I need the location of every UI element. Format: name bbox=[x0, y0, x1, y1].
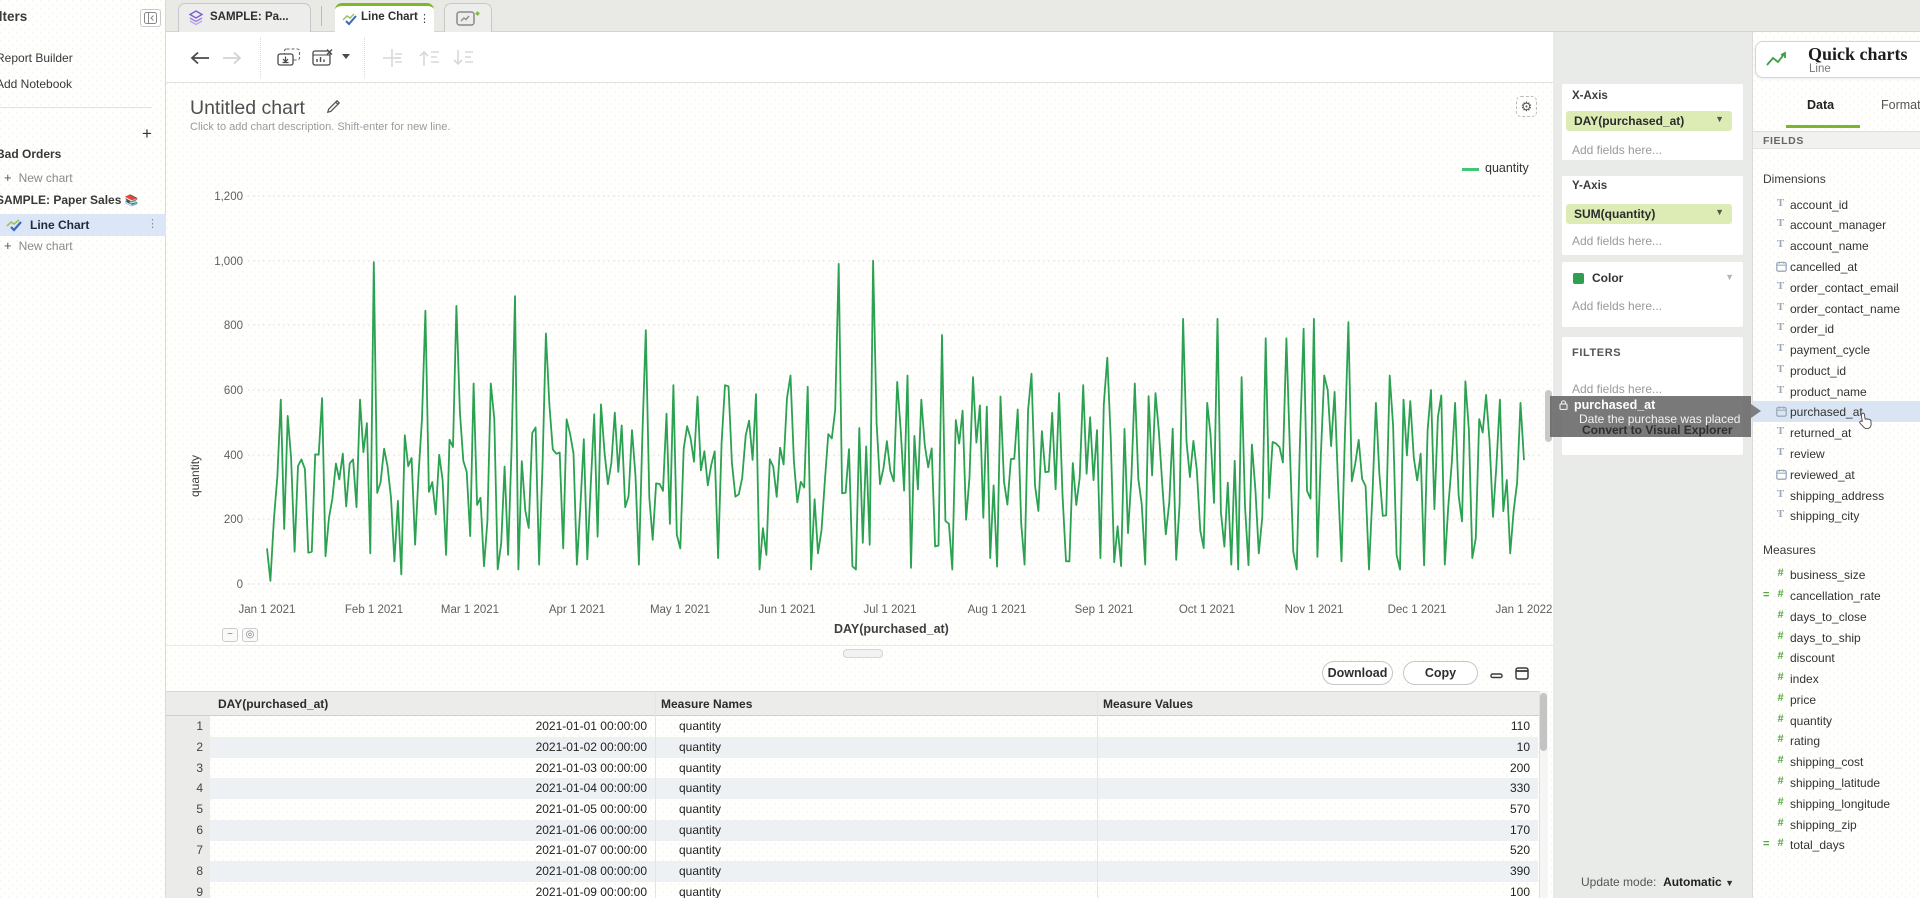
svg-text:Jul 1 2021: Jul 1 2021 bbox=[863, 604, 916, 616]
svg-text:400: 400 bbox=[224, 450, 243, 462]
svg-text:Apr 1 2021: Apr 1 2021 bbox=[549, 604, 605, 616]
svg-text:Feb 1 2021: Feb 1 2021 bbox=[345, 604, 403, 616]
svg-text:0: 0 bbox=[237, 579, 243, 591]
svg-text:200: 200 bbox=[224, 514, 243, 526]
svg-text:800: 800 bbox=[224, 320, 243, 332]
svg-text:Jan 1 2021: Jan 1 2021 bbox=[239, 604, 296, 616]
svg-text:Dec 1 2021: Dec 1 2021 bbox=[1388, 604, 1447, 616]
svg-text:600: 600 bbox=[224, 385, 243, 397]
svg-text:Aug 1 2021: Aug 1 2021 bbox=[968, 604, 1027, 616]
svg-text:1,200: 1,200 bbox=[214, 191, 243, 203]
svg-text:Jun 1 2021: Jun 1 2021 bbox=[759, 604, 816, 616]
svg-text:Oct 1 2021: Oct 1 2021 bbox=[1179, 604, 1235, 616]
svg-text:Jan 1 2022: Jan 1 2022 bbox=[1496, 604, 1553, 616]
svg-text:1,000: 1,000 bbox=[214, 256, 243, 268]
svg-text:May 1 2021: May 1 2021 bbox=[650, 604, 710, 616]
svg-text:Nov 1 2021: Nov 1 2021 bbox=[1285, 604, 1344, 616]
svg-text:Mar 1 2021: Mar 1 2021 bbox=[441, 604, 499, 616]
svg-text:Sep 1 2021: Sep 1 2021 bbox=[1075, 604, 1134, 616]
